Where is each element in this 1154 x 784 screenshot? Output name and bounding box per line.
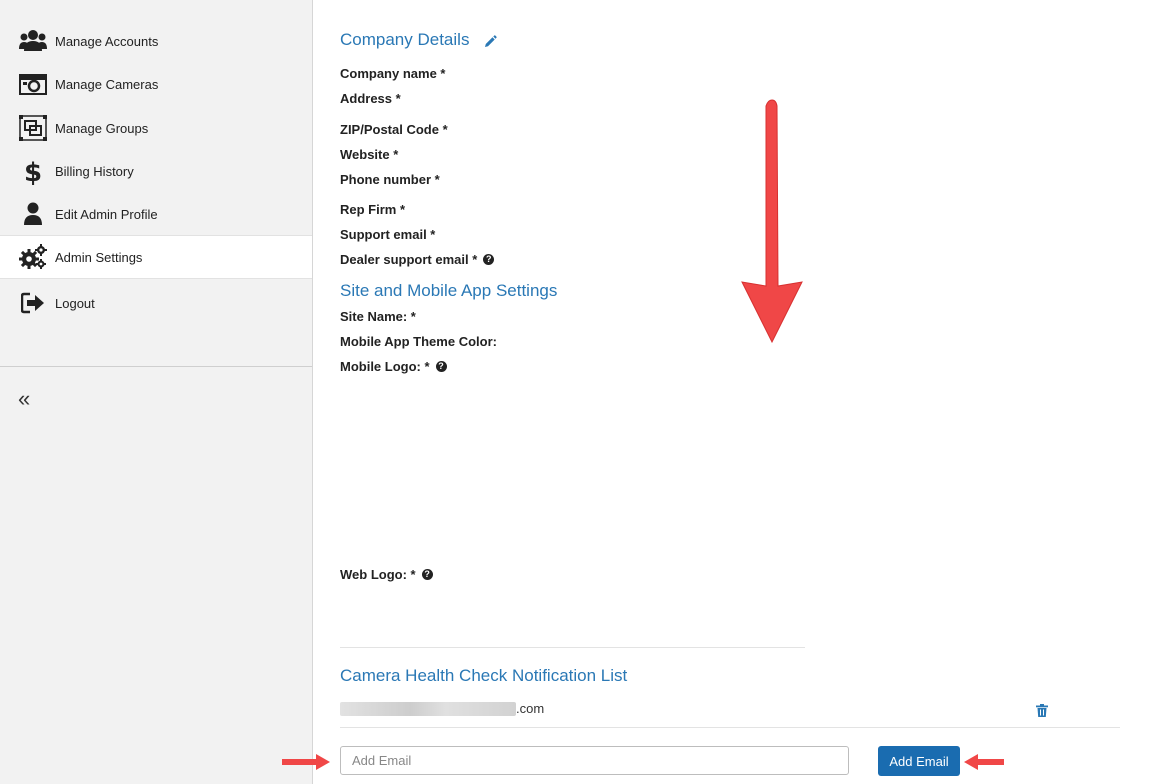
add-email-button[interactable]: Add Email <box>878 746 960 776</box>
company-name-label: Company name * <box>340 66 446 81</box>
logout-icon <box>19 289 47 317</box>
trash-icon[interactable] <box>1036 704 1048 717</box>
rep-firm-label: Rep Firm * <box>340 202 406 217</box>
sidebar: Manage Accounts Manage Cameras Manage Gr… <box>0 0 313 784</box>
row-divider <box>340 727 1120 728</box>
web-logo-label: Web Logo: * <box>340 567 416 582</box>
users-icon <box>19 27 47 55</box>
svg-text:$: $ <box>24 158 42 185</box>
question-circle-icon[interactable]: ? <box>421 569 433 580</box>
gears-icon <box>19 243 47 271</box>
health-check-title: Camera Health Check Notification List <box>340 666 628 685</box>
user-icon <box>19 200 47 228</box>
sidebar-item-label: Admin Settings <box>55 249 143 265</box>
company-details-title: Company Details <box>340 30 470 49</box>
sidebar-item-label: Edit Admin Profile <box>55 206 158 222</box>
question-circle-icon[interactable]: ? <box>435 361 447 372</box>
sidebar-item-manage-cameras[interactable]: Manage Cameras <box>0 64 312 104</box>
dealer-support-email-label: Dealer support email * <box>340 252 478 267</box>
sidebar-item-manage-accounts[interactable]: Manage Accounts <box>0 21 312 61</box>
question-circle-icon[interactable]: ? <box>483 254 495 265</box>
groups-icon <box>19 114 47 142</box>
address-label: Address * <box>340 91 401 106</box>
redacted-email <box>340 702 516 716</box>
mobile-logo-label: Mobile Logo: * <box>340 359 430 374</box>
sidebar-item-label: Manage Groups <box>55 120 149 136</box>
add-email-input[interactable] <box>340 746 849 775</box>
zip-label: ZIP/Postal Code * <box>340 122 448 137</box>
main-content: Company Details Company name * Address *… <box>313 0 1154 784</box>
pencil-icon[interactable] <box>483 35 497 49</box>
sidebar-item-billing-history[interactable]: $ Billing History <box>0 151 312 191</box>
section-divider <box>340 647 805 648</box>
sidebar-item-label: Billing History <box>55 163 134 179</box>
sidebar-item-logout[interactable]: Logout <box>0 283 312 323</box>
sidebar-item-label: Manage Accounts <box>55 33 159 49</box>
collapse-sidebar-button[interactable]: « <box>18 386 30 412</box>
web-logo-row: Web Logo: * ? <box>340 567 433 582</box>
notification-email-row: .com <box>340 700 1120 720</box>
dollar-icon: $ <box>19 157 47 185</box>
site-settings-title: Site and Mobile App Settings <box>340 281 558 300</box>
support-email-label: Support email * <box>340 227 436 242</box>
site-name-label: Site Name: * <box>340 309 416 324</box>
sidebar-item-edit-admin-profile[interactable]: Edit Admin Profile <box>0 194 312 234</box>
mobile-logo-row: Mobile Logo: * ? <box>340 359 447 374</box>
phone-label: Phone number * <box>340 172 440 187</box>
email-domain-suffix: .com <box>516 701 545 716</box>
sidebar-item-label: Logout <box>55 295 95 311</box>
theme-color-label: Mobile App Theme Color: <box>340 334 497 349</box>
camera-icon <box>19 70 47 98</box>
sidebar-item-admin-settings[interactable]: Admin Settings <box>0 235 312 279</box>
sidebar-divider <box>0 366 312 367</box>
sidebar-item-label: Manage Cameras <box>55 76 159 92</box>
sidebar-item-manage-groups[interactable]: Manage Groups <box>0 108 312 148</box>
dealer-support-email-row: Dealer support email * ? <box>340 252 495 267</box>
website-label: Website * <box>340 147 399 162</box>
